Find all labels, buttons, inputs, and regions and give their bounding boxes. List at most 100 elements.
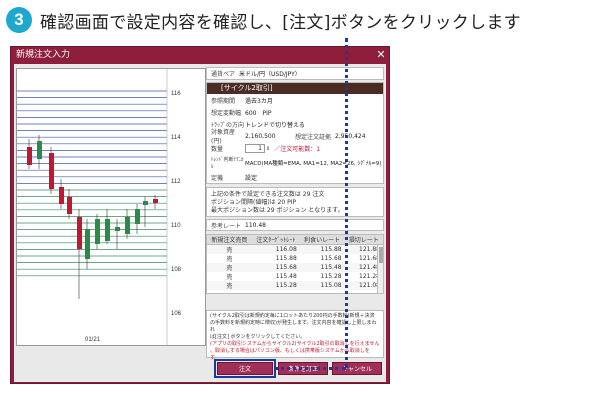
candle-body xyxy=(77,217,82,249)
summary-box: 上記の条件で設定できる注文数は 29 注文 ポジション間隔(値幅)は 20 PI… xyxy=(206,187,384,217)
table-row[interactable]: 売 115.28 115.08 121.08 xyxy=(207,281,383,290)
tech-value: MACD(MA種類=EMA, MA1=12, MA2=26, ｼｸﾞﾅﾙ=9) xyxy=(245,161,382,167)
table-header: 損切レート xyxy=(344,235,383,245)
order-button[interactable]: 注文 xyxy=(214,359,276,378)
table-cell: 115.48 xyxy=(299,263,345,272)
period-label: 参照期間 xyxy=(211,97,236,105)
candle-body xyxy=(67,197,72,214)
qty-stepper-icon[interactable]: ⇕ xyxy=(266,146,270,152)
candle-body xyxy=(143,201,148,205)
candle-body xyxy=(125,217,130,234)
range-label: 想定変動幅 xyxy=(211,109,242,117)
candle-body xyxy=(37,141,42,159)
table-header: 利食いレート xyxy=(299,235,345,245)
candles xyxy=(27,135,158,299)
ref-value: 110.48 xyxy=(245,221,266,229)
window-titlebar: 新規注文入力 ✕ xyxy=(11,47,389,64)
table-row[interactable]: 売 115.68 115.48 121.48 xyxy=(207,263,383,272)
table-cell: 売 xyxy=(207,263,252,272)
table-cell: 116.08 xyxy=(251,244,300,254)
order-panel: 通貨ペア 米ドル/円（USD/JPY） [サイクル2取引] 参照期間 過去3カ月 … xyxy=(206,67,384,294)
stop-label: 定機 xyxy=(211,174,224,182)
table-row[interactable]: 売 115.48 115.28 121.28 xyxy=(207,272,383,281)
y-tick-label: 114 xyxy=(171,135,181,141)
chart-svg: 116 114 112 110 108 106 01/21 xyxy=(17,69,182,345)
candle-body xyxy=(85,229,90,259)
order-window: 新規注文入力 ✕ 116 114 112 110 108 106 01/21 通… xyxy=(10,46,390,384)
y-tick-label: 116 xyxy=(171,91,181,97)
table-header: 注文ﾀｰｹﾞｯﾄﾚｰﾄ xyxy=(251,235,300,245)
stop-value: 設定 xyxy=(245,174,258,182)
notice-box: (サイクル2取引は新規約定毎に1ロットあたり200円の手数料(新規＋決済 の手数… xyxy=(206,310,384,361)
window-title: 新規注文入力 xyxy=(16,50,71,60)
margin-label: 想定注文証拠 xyxy=(295,133,332,141)
guide-dotted-vertical xyxy=(345,38,348,368)
table-cell: 売 xyxy=(207,254,252,263)
notice-warning: 。取消しする場合はパソコン版、もしくは携帯版システムから取消しを xyxy=(210,348,370,354)
period-value: 過去3カ月 xyxy=(245,97,273,105)
table-cell: 115.68 xyxy=(299,254,345,263)
summary-line: 上記の条件で設定できる注文数は 29 注文 xyxy=(211,191,325,198)
pair-row: 通貨ペア 米ドル/円（USD/JPY） xyxy=(206,67,384,80)
candle-body xyxy=(59,187,64,204)
table-cell: 115.08 xyxy=(299,281,345,290)
summary-line: 最大ポジション数は 29 ポジション となります。 xyxy=(211,207,344,214)
step-number-badge: 3 xyxy=(6,7,32,33)
candle-body xyxy=(49,153,54,189)
candle-body xyxy=(105,219,110,241)
range-value: 600 PIP xyxy=(245,109,272,117)
table-cell: 売 xyxy=(207,272,252,281)
table-header-row: 新規注文売買 注文ﾀｰｹﾞｯﾄﾚｰﾄ 利食いレート 損切レート xyxy=(207,235,383,245)
qty-note: ／注文可能数：1 xyxy=(274,146,321,153)
candle-body xyxy=(27,147,32,165)
order-table[interactable]: 新規注文売買 注文ﾀｰｹﾞｯﾄﾚｰﾄ 利食いレート 損切レート 売 116.08 1… xyxy=(206,234,384,294)
candle-body xyxy=(153,199,158,203)
y-tick-label: 108 xyxy=(171,267,182,273)
notice-line: ば[注文] ボタンをクリックしてください。 xyxy=(210,334,306,340)
direction-value: トレンドで切り替える xyxy=(245,121,305,129)
tech-label: ﾄﾚﾝﾄﾞ判断ﾃｸﾆｶﾙ xyxy=(211,157,244,170)
table-cell: 115.88 xyxy=(251,254,300,263)
candle-body xyxy=(135,209,140,224)
summary-line: ポジション間隔(値幅)は 20 PIP xyxy=(211,199,297,206)
trap-lines xyxy=(17,90,167,277)
table-scrollbar[interactable] xyxy=(377,245,383,293)
table-cell: 115.28 xyxy=(251,281,300,290)
scrollbar-thumb[interactable] xyxy=(378,247,383,263)
pair-label: 通貨ペア xyxy=(211,71,236,78)
margin-value: 2,950,424 xyxy=(335,132,366,140)
budget-label: 対象資産(円) xyxy=(211,129,236,145)
table-cell: 115.88 xyxy=(299,244,345,254)
candle-body xyxy=(95,219,100,244)
section-title: [サイクル2取引] xyxy=(207,83,383,94)
x-tick-label: 01/21 xyxy=(85,337,101,343)
table-row[interactable]: 売 116.08 115.88 121.88 xyxy=(207,244,383,254)
budget-value: 2,160,500 xyxy=(245,132,276,140)
ref-rate-row: 参考レート 110.48 xyxy=(206,219,384,231)
step-text: 確認画面で設定内容を確認し、[注文]ボタンをクリックします xyxy=(40,12,521,33)
table-row[interactable]: 売 115.88 115.68 121.68 xyxy=(207,254,383,263)
notice-warning: (アプリの取引システムからサイクル2(サイクル2取引の取消しを行えません xyxy=(210,341,380,347)
close-icon[interactable]: ✕ xyxy=(373,47,389,64)
table-header: 新規注文売買 xyxy=(207,235,252,245)
table-cell: 売 xyxy=(207,244,252,254)
notice-line: の手数料を新規約定時に徴収)が発生します。注文内容を確認し上限しまわれ xyxy=(210,320,377,333)
window-body: 116 114 112 110 108 106 01/21 通貨ペア 米ドル/円… xyxy=(14,64,386,382)
step-instruction: 3 確認画面で設定内容を確認し、[注文]ボタンをクリックします xyxy=(6,5,521,35)
table-cell: 115.68 xyxy=(251,263,300,272)
price-chart: 116 114 112 110 108 106 01/21 xyxy=(16,68,206,346)
qty-input[interactable]: 1 xyxy=(245,144,265,153)
table-cell: 売 xyxy=(207,281,252,290)
qty-label: 数量 xyxy=(211,146,224,153)
y-tick-label: 112 xyxy=(171,179,181,185)
candle-body xyxy=(115,227,120,231)
y-tick-label: 110 xyxy=(171,223,181,229)
settings-box: [サイクル2取引] 参照期間 過去3カ月 想定変動幅 600 PIP ﾄﾗｯﾌﾟの方… xyxy=(206,82,384,184)
notice-line: (サイクル2取引は新規約定毎に1ロットあたり200円の手数料(新規＋決済 xyxy=(210,313,375,319)
ref-label: 参考レート xyxy=(211,222,242,230)
table-cell: 115.28 xyxy=(299,272,345,281)
y-tick-label: 106 xyxy=(171,311,182,317)
table-cell: 115.48 xyxy=(251,272,300,281)
pair-value: 米ドル/円（USD/JPY） xyxy=(239,71,301,78)
guide-dotted-horizontal xyxy=(274,367,346,370)
